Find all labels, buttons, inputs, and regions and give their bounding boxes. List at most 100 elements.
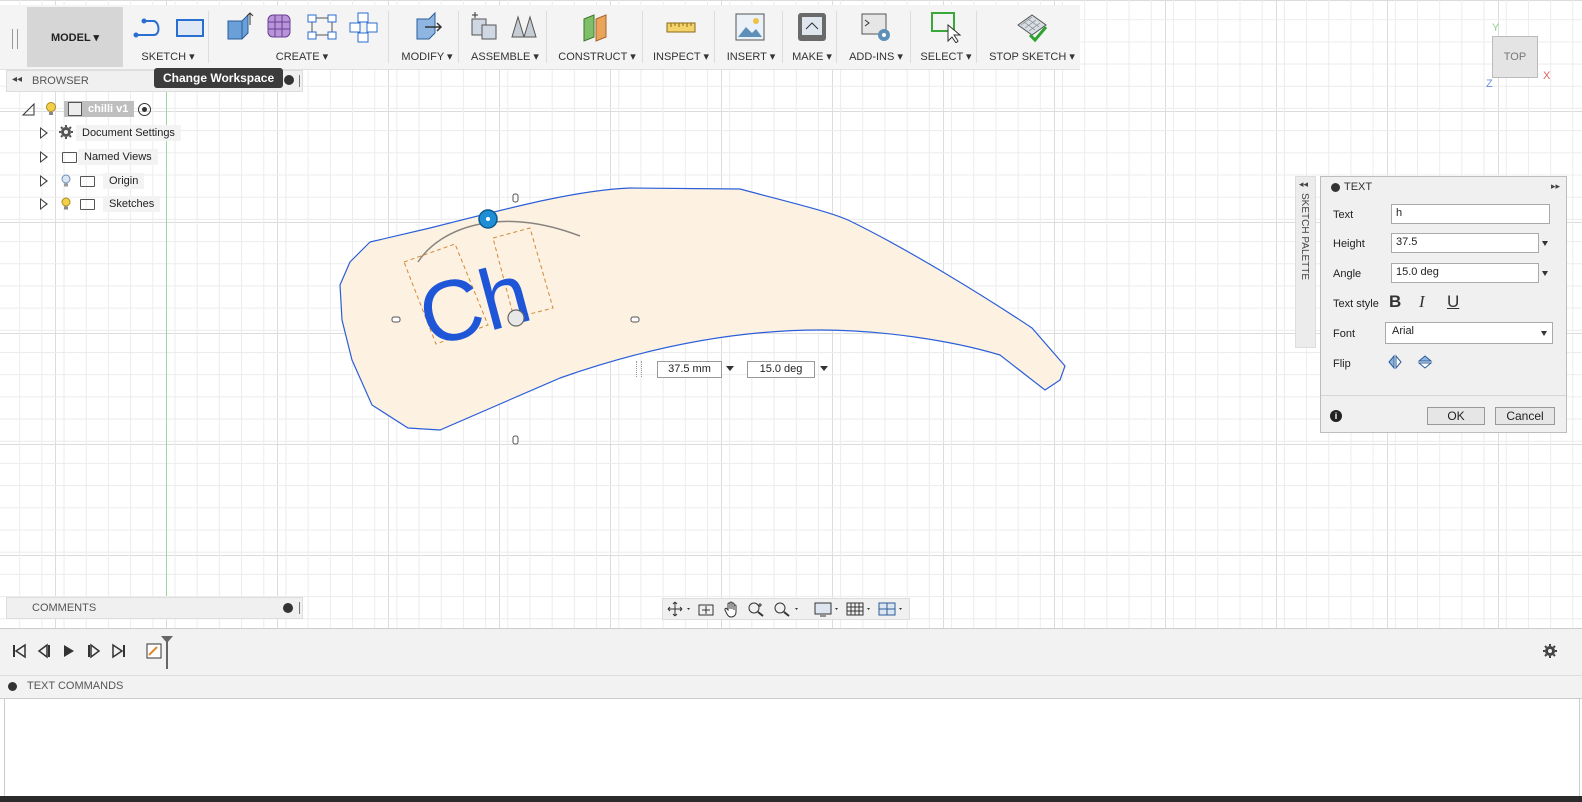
angle-dropdown-icon[interactable] (820, 366, 828, 371)
addins-menu-label[interactable]: ADD-INS ▾ (842, 50, 910, 63)
expand-palette-icon[interactable]: ◂◂ (1299, 179, 1308, 190)
panel-grip-icon[interactable] (299, 75, 302, 87)
new-component-icon[interactable] (468, 11, 500, 43)
font-select[interactable]: Arial (1385, 322, 1553, 344)
info-icon[interactable]: i (1330, 410, 1342, 422)
collapse-icon[interactable] (1331, 183, 1340, 192)
toolbar-grip[interactable] (12, 29, 18, 49)
height-dimension-input[interactable]: 37.5 mm (657, 361, 722, 378)
timeline-marker-icon[interactable] (160, 635, 174, 669)
expand-arrow-icon[interactable] (40, 151, 48, 163)
go-to-start-icon[interactable] (11, 643, 27, 659)
collapse-icon[interactable] (8, 682, 17, 691)
form-icon[interactable] (264, 11, 296, 43)
assemble-menu-label[interactable]: ASSEMBLE ▾ (464, 50, 546, 63)
rectangle-icon[interactable] (174, 11, 206, 43)
ok-button[interactable]: OK (1427, 407, 1485, 425)
construct-menu-label[interactable]: CONSTRUCT ▾ (552, 50, 642, 63)
step-forward-icon[interactable] (86, 643, 102, 659)
go-to-end-icon[interactable] (111, 643, 127, 659)
sketch-menu-label[interactable]: SKETCH ▾ (128, 50, 208, 63)
browser-item-origin[interactable]: Origin (40, 171, 145, 191)
measure-icon[interactable] (665, 11, 697, 43)
3d-print-icon[interactable] (796, 11, 828, 43)
activate-radio-icon[interactable] (138, 102, 152, 116)
make-group[interactable]: MAKE ▾ (788, 5, 837, 69)
orbit-icon[interactable] (667, 601, 693, 617)
browser-root-node[interactable]: chilli v1 (20, 99, 152, 119)
angle-spinner-icon[interactable] (1542, 271, 1548, 276)
height-spinner-icon[interactable] (1542, 241, 1548, 246)
inspect-menu-label[interactable]: INSPECT ▾ (648, 50, 714, 63)
italic-icon[interactable]: I (1419, 292, 1425, 312)
text-commands-console[interactable] (4, 698, 1580, 798)
underline-icon[interactable]: U (1447, 292, 1459, 312)
pan-hand-icon[interactable] (723, 600, 741, 618)
browser-item-document-settings[interactable]: Document Settings (40, 123, 181, 143)
create-menu-label[interactable]: CREATE ▾ (216, 50, 388, 63)
font-dropdown-icon[interactable] (1541, 331, 1547, 336)
press-pull-icon[interactable] (411, 11, 443, 43)
viewports-icon[interactable] (877, 601, 907, 617)
insert-menu-label[interactable]: INSERT ▾ (720, 50, 782, 63)
expand-arrow-icon[interactable] (40, 198, 48, 210)
panel-grip-icon[interactable] (299, 602, 302, 614)
add-icon[interactable] (284, 75, 294, 85)
browser-item-named-views[interactable]: Named Views (40, 147, 158, 167)
zoom-icon[interactable] (747, 601, 765, 617)
insert-image-icon[interactable] (734, 11, 766, 43)
stopsketch-menu-label[interactable]: STOP SKETCH ▾ (984, 50, 1080, 63)
visibility-bulb-icon[interactable] (60, 197, 72, 211)
flip-horizontal-icon[interactable] (1387, 354, 1403, 370)
workspace-switcher-button[interactable]: MODEL ▾ (27, 7, 123, 67)
assemble-group[interactable]: ASSEMBLE ▾ (464, 5, 547, 69)
cancel-button[interactable]: Cancel (1495, 407, 1555, 425)
zoom-window-icon[interactable] (773, 601, 801, 617)
stop-sketch-icon[interactable] (1016, 11, 1048, 43)
construct-group[interactable]: CONSTRUCT ▾ (552, 5, 643, 69)
scripts-icon[interactable] (860, 11, 892, 43)
sketch-line-icon[interactable] (132, 11, 164, 43)
look-at-icon[interactable] (697, 601, 715, 617)
text-commands-header[interactable]: TEXT COMMANDS (0, 676, 1582, 699)
modify-menu-label[interactable]: MODIFY ▾ (396, 50, 458, 63)
height-dropdown-icon[interactable] (726, 366, 734, 371)
play-icon[interactable] (61, 643, 77, 659)
expand-collapse-icon[interactable] (20, 101, 36, 117)
add-comment-icon[interactable] (283, 603, 293, 613)
visibility-bulb-icon[interactable] (60, 174, 72, 188)
height-input[interactable]: 37.5 (1391, 233, 1539, 253)
comments-panel-header[interactable]: COMMENTS (6, 597, 303, 619)
offset-plane-icon[interactable] (580, 11, 612, 43)
step-back-icon[interactable] (36, 643, 52, 659)
select-icon[interactable] (930, 11, 962, 43)
stopsketch-group[interactable]: STOP SKETCH ▾ (984, 5, 1080, 69)
browser-item-sketches[interactable]: Sketches (40, 194, 161, 214)
collapse-left-icon[interactable]: ◂◂ (12, 74, 22, 85)
expand-dialog-icon[interactable]: ▸▸ (1551, 181, 1560, 192)
visibility-bulb-icon[interactable] (44, 101, 58, 117)
dimension-grip[interactable] (636, 361, 642, 377)
root-component-chip[interactable]: chilli v1 (64, 101, 135, 117)
viewcube-top-face[interactable]: TOP (1492, 36, 1538, 78)
bold-icon[interactable]: B (1389, 292, 1401, 312)
flip-vertical-icon[interactable] (1417, 354, 1433, 370)
inspect-group[interactable]: INSPECT ▾ (648, 5, 715, 69)
angle-dimension-input[interactable]: 15.0 deg (747, 361, 815, 378)
pattern-icon[interactable] (306, 11, 338, 43)
make-menu-label[interactable]: MAKE ▾ (788, 50, 836, 63)
sketch-palette-tab[interactable]: ◂◂ SKETCH PALETTE (1295, 176, 1316, 348)
display-settings-icon[interactable] (813, 601, 841, 617)
joint-icon[interactable] (508, 11, 540, 43)
text-dialog-header[interactable]: TEXT ▸▸ (1321, 177, 1566, 198)
extrude-icon[interactable] (222, 11, 254, 43)
grid-settings-icon[interactable] (845, 601, 873, 617)
insert-group[interactable]: INSERT ▾ (720, 5, 783, 69)
sketch-group[interactable]: SKETCH ▾ (128, 5, 209, 69)
expand-arrow-icon[interactable] (40, 175, 48, 187)
text-input[interactable]: h (1391, 204, 1550, 224)
expand-arrow-icon[interactable] (40, 127, 48, 139)
select-menu-label[interactable]: SELECT ▾ (916, 50, 976, 63)
addins-group[interactable]: ADD-INS ▾ (842, 5, 911, 69)
angle-input[interactable]: 15.0 deg (1391, 263, 1539, 283)
